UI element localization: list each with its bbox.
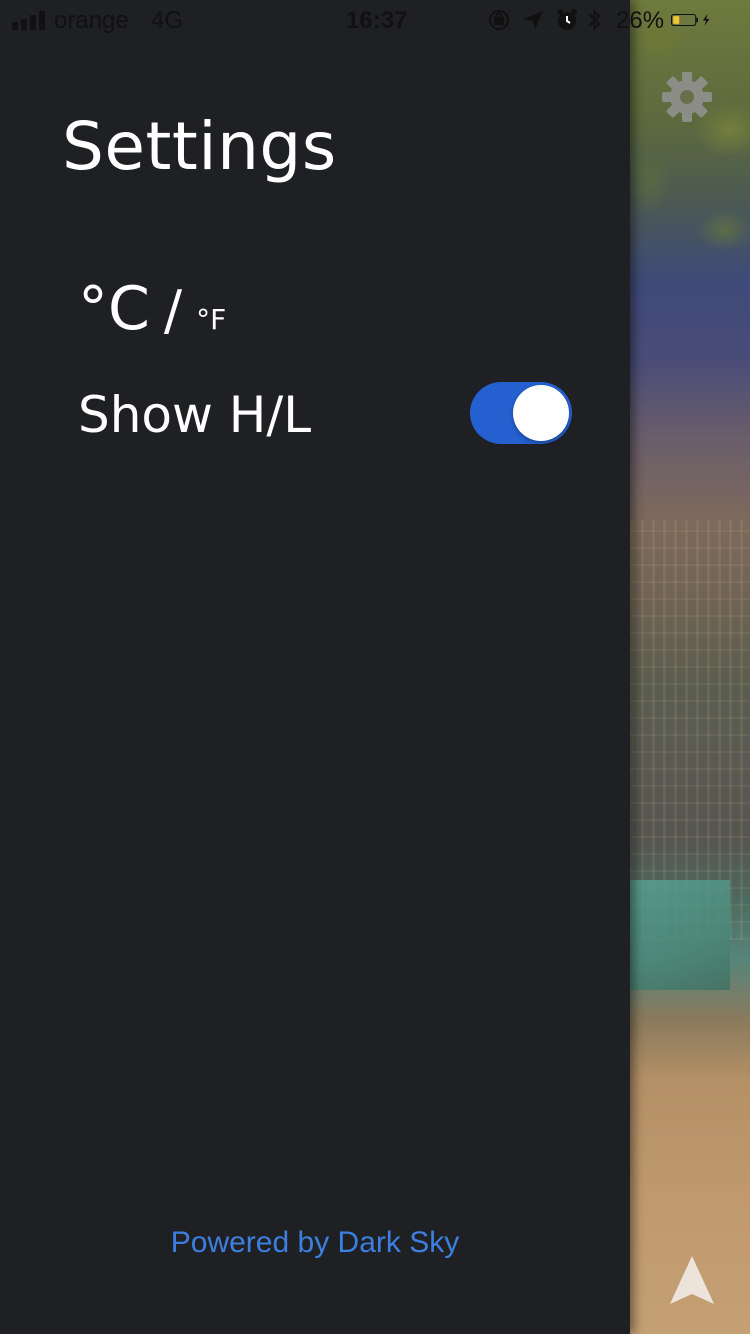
toggle-knob (513, 385, 569, 441)
location-arrow-button[interactable] (668, 1254, 716, 1306)
settings-gear-button[interactable] (660, 70, 714, 124)
unit-celsius-option[interactable]: °C (78, 274, 150, 344)
orientation-lock-icon (488, 9, 510, 31)
show-hl-toggle[interactable] (470, 382, 572, 444)
status-icons (488, 8, 601, 32)
show-hl-row: Show H/L (78, 380, 578, 450)
settings-drawer: Settings °C / °F Show H/L Powered by Dark … (0, 0, 630, 1334)
unit-fahrenheit-option[interactable]: °F (196, 303, 226, 336)
charging-icon (702, 13, 710, 27)
location-icon (523, 11, 543, 30)
gear-icon (662, 72, 712, 122)
screen: Settings °C / °F Show H/L Powered by Dark … (0, 0, 750, 1334)
bluetooth-icon (588, 8, 601, 32)
show-hl-label: Show H/L (78, 386, 312, 444)
temperature-unit-selector[interactable]: °C / °F (78, 274, 226, 344)
powered-by-dark-sky-link[interactable]: Powered by Dark Sky (0, 1226, 630, 1260)
photo-city-lights (630, 520, 750, 940)
unit-separator: / (163, 279, 183, 342)
signal-strength-icon (12, 10, 48, 30)
battery-icon (671, 13, 710, 27)
status-time: 16:37 (346, 7, 408, 34)
background-photo (630, 0, 750, 1334)
network-type: 4G (151, 7, 184, 34)
navigation-arrow-icon (670, 1256, 714, 1304)
photo-roof (630, 880, 730, 990)
alarm-icon (557, 9, 577, 30)
page-title: Settings (62, 108, 337, 185)
status-bar: orange 4G 16:37 26% (0, 0, 750, 40)
battery-percent: 26% (616, 7, 665, 34)
carrier-name: orange (54, 7, 129, 34)
